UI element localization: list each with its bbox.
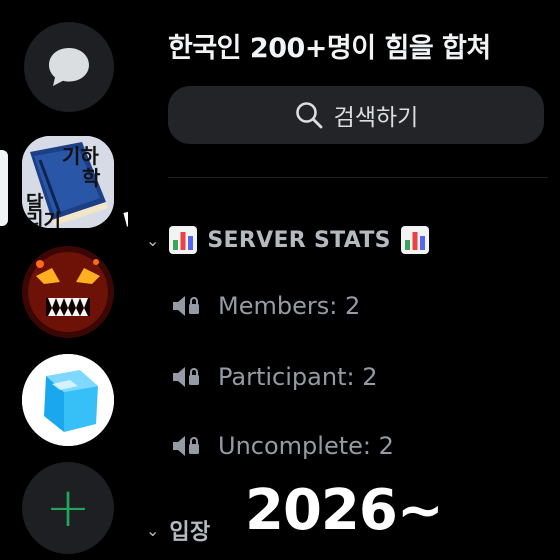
server-image-ice-cube [22, 354, 114, 446]
server-rail: 기하 학 달 리기 + [0, 0, 177, 560]
voice-locked-icon [173, 296, 199, 316]
search-icon [295, 102, 323, 129]
selected-server-indicator [0, 150, 8, 226]
channel-uncomplete[interactable]: Uncomplete: 2 [170, 430, 394, 462]
year-overlay-text: 2026~ [245, 478, 444, 543]
voice-locked-icon [173, 367, 199, 387]
channel-panel: 한국인 200+명이 힘을 합쳐 검색하기 ⌄ SERVER STATS Mem… [128, 0, 560, 560]
category-label: 입장 [169, 520, 211, 545]
server-name[interactable]: 한국인 200+명이 힘을 합쳐 [168, 26, 491, 65]
category-label: SERVER STATS [207, 227, 391, 253]
chat-bubble-icon [49, 48, 89, 86]
search-button[interactable]: 검색하기 [168, 86, 544, 144]
server-image-text-4: 리기 [26, 210, 61, 228]
chevron-down-icon: ⌄ [146, 230, 160, 250]
search-label: 검색하기 [333, 105, 419, 131]
channel-members[interactable]: Members: 2 [170, 290, 360, 322]
bar-chart-icon [400, 226, 429, 254]
channel-label: Uncomplete: 2 [218, 432, 394, 460]
direct-messages-button[interactable] [24, 22, 114, 112]
chevron-down-icon: ⌄ [146, 520, 160, 540]
server-icon-geometry-dash[interactable]: 기하 학 달 리기 [22, 136, 114, 228]
channel-participant[interactable]: Participant: 2 [170, 361, 377, 393]
category-entrance[interactable]: ⌄ 입장 [146, 514, 211, 546]
channel-label: Participant: 2 [218, 363, 378, 391]
server-image-demon-face [22, 246, 114, 338]
voice-locked-icon [173, 436, 199, 456]
divider [168, 177, 548, 178]
server-icon-demon[interactable] [22, 246, 114, 338]
add-server-button[interactable]: + [22, 462, 114, 554]
server-icon-ice-cube[interactable] [22, 354, 114, 446]
category-server-stats[interactable]: ⌄ SERVER STATS [146, 226, 429, 254]
plus-icon: + [45, 476, 91, 539]
bar-chart-icon [169, 226, 198, 254]
server-image-text-2: 학 [82, 166, 101, 190]
channel-label: Members: 2 [218, 292, 361, 320]
